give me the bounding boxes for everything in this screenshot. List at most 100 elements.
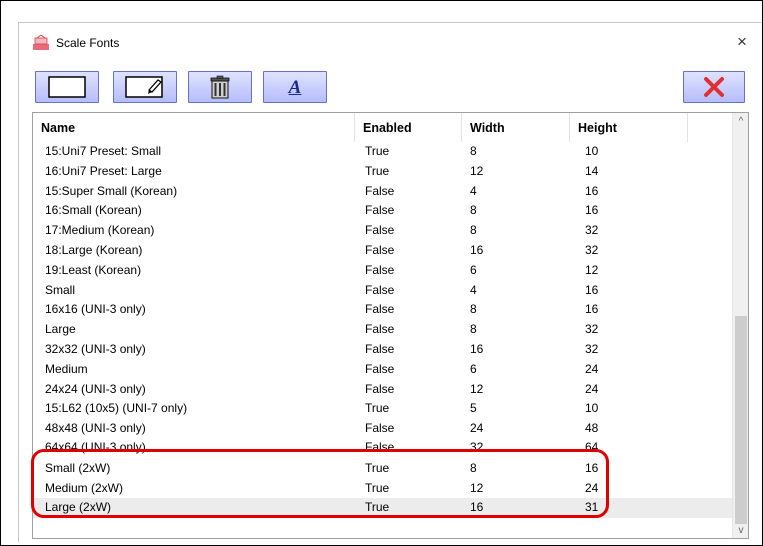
cell-name: 15:Uni7 Preset: Small [45, 144, 162, 158]
cell-name: Small [45, 282, 76, 297]
column-header-enabled[interactable]: Enabled [355, 113, 462, 142]
table-row[interactable]: 48x48 (UNI-3 only) False 24 48 [33, 419, 733, 439]
cell-height: 32 [585, 322, 599, 337]
cell-height: 10 [585, 144, 599, 158]
trash-icon [208, 75, 232, 99]
cell-width: 16 [470, 341, 484, 356]
table-row[interactable]: Small False 4 16 [33, 281, 733, 301]
close-icon[interactable]: × [732, 32, 752, 52]
cell-name: 18:Large (Korean) [45, 242, 143, 257]
edit-button[interactable] [113, 71, 177, 103]
cell-enabled: True [365, 500, 390, 515]
cell-height: 16 [585, 302, 599, 317]
fonts-table: Name Enabled Width Height 15:Uni7 Preset… [32, 112, 749, 539]
scroll-thumb[interactable] [735, 316, 747, 524]
column-header-height[interactable]: Height [570, 113, 688, 142]
cell-enabled: False [365, 322, 395, 337]
cell-name: 16:Uni7 Preset: Large [45, 163, 162, 178]
cell-name: 16:Small (Korean) [45, 203, 142, 218]
cell-height: 32 [585, 341, 599, 356]
table-row[interactable]: Medium (2xW) True 12 24 [33, 479, 733, 499]
cell-enabled: False [365, 242, 395, 257]
cell-enabled: False [365, 421, 395, 436]
cell-name: 15:Super Small (Korean) [45, 183, 178, 198]
cell-width: 16 [470, 242, 484, 257]
cell-height: 16 [585, 282, 599, 297]
cell-width: 8 [470, 302, 477, 317]
cell-name: 16x16 (UNI-3 only) [45, 302, 146, 317]
table-row[interactable]: 15:Super Small (Korean) False 4 16 [33, 182, 733, 202]
cell-name: Medium (2xW) [45, 480, 124, 495]
app-icon [32, 34, 50, 51]
table-row[interactable]: 64x64 (UNI-3 only) False 32 64 [33, 439, 733, 459]
cell-height: 14 [585, 163, 599, 178]
cell-width: 4 [470, 183, 477, 198]
cancel-button[interactable] [683, 71, 745, 103]
cell-width: 8 [470, 203, 477, 218]
table-row[interactable]: 19:Least (Korean) False 6 12 [33, 261, 733, 281]
cell-height: 31 [585, 500, 599, 515]
toolbar: A [19, 71, 762, 105]
cell-name: 64x64 (UNI-3 only) [45, 439, 146, 454]
cell-enabled: False [365, 223, 395, 238]
table-row[interactable]: 15:Uni7 Preset: Small True 8 10 [33, 142, 733, 162]
cell-name: Medium [45, 361, 88, 376]
font-button[interactable]: A [263, 71, 327, 103]
cell-height: 24 [585, 361, 599, 376]
table-body: 15:Uni7 Preset: Small True 8 10 16:Uni7 Pres… [33, 142, 733, 519]
table-row[interactable]: 18:Large (Korean) False 16 32 [33, 241, 733, 261]
cell-height: 10 [585, 401, 599, 416]
cell-enabled: True [365, 163, 390, 178]
cell-width: 12 [470, 163, 484, 178]
cell-width: 8 [470, 144, 477, 158]
table-row[interactable]: Large (2xW) True 16 31 [33, 498, 733, 519]
cell-name: 19:Least (Korean) [45, 262, 142, 277]
cell-name: Small (2xW) [45, 460, 111, 475]
new-icon [48, 76, 86, 98]
delete-button[interactable] [188, 71, 252, 103]
cell-name: Large (2xW) [45, 500, 112, 515]
table-row[interactable]: 16x16 (UNI-3 only) False 8 16 [33, 300, 733, 320]
title-bar: Scale Fonts × [19, 23, 762, 63]
cell-enabled: True [365, 460, 390, 475]
cell-height: 16 [585, 183, 599, 198]
edit-icon [125, 76, 165, 98]
scroll-up-icon[interactable]: ^ [733, 113, 748, 129]
new-button[interactable] [35, 71, 99, 103]
cell-name: 15:L62 (10x5) (UNI-7 only) [45, 401, 188, 416]
vertical-scrollbar[interactable]: ^ v [732, 113, 748, 538]
cell-width: 8 [470, 460, 477, 475]
cell-height: 64 [585, 439, 599, 454]
table-row[interactable]: Large False 8 32 [33, 320, 733, 340]
table-row[interactable]: Medium False 6 24 [33, 360, 733, 380]
column-header-width[interactable]: Width [462, 113, 570, 142]
cell-width: 6 [470, 361, 477, 376]
table-row[interactable]: 24x24 (UNI-3 only) False 12 24 [33, 380, 733, 400]
cell-height: 48 [585, 421, 599, 436]
cell-height: 32 [585, 223, 599, 238]
scroll-down-icon[interactable]: v [733, 522, 748, 538]
cell-width: 4 [470, 282, 477, 297]
table-row[interactable]: Small (2xW) True 8 16 [33, 459, 733, 479]
cell-height: 12 [585, 262, 599, 277]
table-row[interactable]: 16:Uni7 Preset: Large True 12 14 [33, 162, 733, 182]
table-row[interactable]: 32x32 (UNI-3 only) False 16 32 [33, 340, 733, 360]
cell-width: 32 [470, 439, 484, 454]
window-title: Scale Fonts [56, 36, 120, 50]
cell-enabled: False [365, 302, 395, 317]
cell-width: 12 [470, 381, 484, 396]
cell-width: 12 [470, 480, 484, 495]
table-row[interactable]: 15:L62 (10x5) (UNI-7 only) True 5 10 [33, 399, 733, 419]
cell-name: 24x24 (UNI-3 only) [45, 381, 146, 396]
column-header-name[interactable]: Name [33, 113, 355, 142]
cell-enabled: False [365, 203, 395, 218]
cell-enabled: False [365, 262, 395, 277]
cell-name: Large [45, 322, 76, 337]
cell-enabled: False [365, 341, 395, 356]
table-row[interactable]: 16:Small (Korean) False 8 16 [33, 201, 733, 221]
cell-height: 16 [585, 460, 599, 475]
table-row[interactable]: 17:Medium (Korean) False 8 32 [33, 221, 733, 241]
cell-enabled: True [365, 401, 390, 416]
cell-width: 16 [470, 500, 484, 515]
cell-enabled: True [365, 480, 390, 495]
